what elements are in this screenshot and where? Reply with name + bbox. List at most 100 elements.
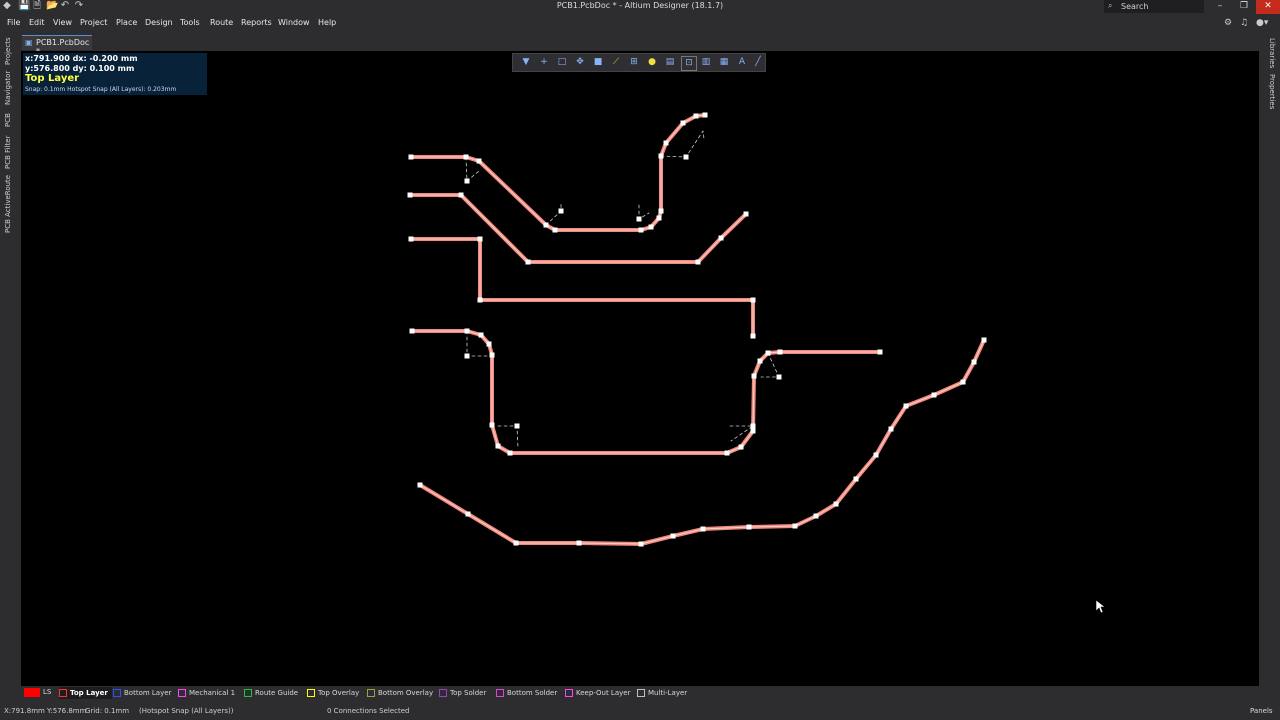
track-vertex-handle[interactable] <box>576 540 582 546</box>
layer-tab-multi-layer[interactable]: Multi-Layer <box>637 687 687 699</box>
track-vertex-handle[interactable] <box>663 140 669 146</box>
track-vertex-handle[interactable] <box>486 341 492 347</box>
track-vertex-handle[interactable] <box>765 350 771 356</box>
track-vertex-handle[interactable] <box>702 112 708 118</box>
line-icon[interactable]: ╱ <box>751 56 765 69</box>
via-icon[interactable]: ▤ <box>663 56 677 69</box>
panel-tab-pcb-filter[interactable]: PCB Filter <box>4 134 16 170</box>
track-vertex-handle[interactable] <box>464 178 470 184</box>
track-vertex-handle[interactable] <box>903 403 909 409</box>
component-icon[interactable]: ⊡ <box>681 56 697 71</box>
track-vertex-handle[interactable] <box>407 192 413 198</box>
track-segment[interactable] <box>409 237 755 338</box>
track-vertex-handle[interactable] <box>552 227 558 233</box>
pcb-canvas[interactable]: x:791.900 dx: -0.200 mm y:576.800 dy: 0.… <box>21 51 1259 686</box>
track-vertex-handle[interactable] <box>724 450 730 456</box>
layer-tab-bottom-overlay[interactable]: Bottom Overlay <box>367 687 433 699</box>
user-account-icon[interactable]: ●▾ <box>1256 18 1268 28</box>
restore-button[interactable]: ❐ <box>1232 0 1256 14</box>
track-vertex-handle[interactable] <box>877 349 883 355</box>
track-segment[interactable] <box>418 338 986 546</box>
filter-icon[interactable]: ▼ <box>519 56 533 69</box>
track-vertex-handle[interactable] <box>489 422 495 428</box>
panel-tab-navigator[interactable]: Navigator <box>4 70 16 106</box>
panel-tab-projects[interactable]: Projects <box>4 36 16 66</box>
move-icon[interactable]: ✥ <box>573 56 587 69</box>
chart-icon[interactable]: ▦ <box>717 56 731 69</box>
track-vertex-handle[interactable] <box>981 337 987 343</box>
track-vertex-handle[interactable] <box>513 540 519 546</box>
menu-edit[interactable]: Edit <box>29 18 45 27</box>
select-rect-icon[interactable]: □ <box>555 56 569 69</box>
panels-button[interactable]: Panels <box>1250 707 1273 715</box>
track-vertex-handle[interactable] <box>683 154 689 160</box>
menu-window[interactable]: Window <box>278 18 310 27</box>
dimension-icon[interactable]: ⊞ <box>627 56 641 69</box>
panel-tab-pcb-activeroute[interactable]: PCB ActiveRoute <box>4 174 16 234</box>
track-vertex-handle[interactable] <box>477 236 483 242</box>
layer-tab-mechanical-1[interactable]: Mechanical 1 <box>178 687 235 699</box>
track-vertex-handle[interactable] <box>718 235 724 241</box>
track-vertex-handle[interactable] <box>971 359 977 365</box>
track-vertex-handle[interactable] <box>693 113 699 119</box>
track-vertex-handle[interactable] <box>464 353 470 359</box>
layer-set-swatch[interactable] <box>24 688 40 697</box>
track-vertex-handle[interactable] <box>464 328 470 334</box>
track-vertex-handle[interactable] <box>638 227 644 233</box>
track-vertex-handle[interactable] <box>792 523 798 529</box>
track-vertex-handle[interactable] <box>507 450 513 456</box>
track-vertex-handle[interactable] <box>750 423 756 429</box>
track-segment[interactable] <box>410 329 882 455</box>
layer-tab-top-solder[interactable]: Top Solder <box>439 687 486 699</box>
track-vertex-handle[interactable] <box>750 333 756 339</box>
track-vertex-handle[interactable] <box>495 443 501 449</box>
track-vertex-handle[interactable] <box>417 482 423 488</box>
track-vertex-handle[interactable] <box>670 533 676 539</box>
track-segment[interactable] <box>419 339 985 545</box>
track-vertex-handle[interactable] <box>463 154 469 160</box>
track-vertex-handle[interactable] <box>638 541 644 547</box>
menu-design[interactable]: Design <box>145 18 173 27</box>
menu-help[interactable]: Help <box>318 18 336 27</box>
track-vertex-handle[interactable] <box>656 215 662 221</box>
track-vertex-handle[interactable] <box>680 120 686 126</box>
layer-set-button[interactable]: LS <box>43 688 51 696</box>
track-vertex-handle[interactable] <box>476 158 482 164</box>
layer-tab-top-layer[interactable]: Top Layer <box>59 687 112 699</box>
track-vertex-handle[interactable] <box>489 352 495 358</box>
track-vertex-handle[interactable] <box>658 153 664 159</box>
menu-tools[interactable]: Tools <box>180 18 200 27</box>
layer-tab-top-overlay[interactable]: Top Overlay <box>307 687 359 699</box>
track-vertex-handle[interactable] <box>853 476 859 482</box>
track-vertex-handle[interactable] <box>813 513 819 519</box>
track-vertex-handle[interactable] <box>514 423 520 429</box>
track-vertex-handle[interactable] <box>750 297 756 303</box>
track-vertex-handle[interactable] <box>746 524 752 530</box>
panel-tab-libraries[interactable]: Libraries <box>1264 38 1276 68</box>
menu-route[interactable]: Route <box>210 18 233 27</box>
keepout-icon[interactable]: ▥ <box>699 56 713 69</box>
track-vertex-handle[interactable] <box>478 332 484 338</box>
track-vertex-handle[interactable] <box>750 428 756 434</box>
settings-gear-icon[interactable]: ⚙ <box>1224 18 1232 28</box>
panel-tab-pcb[interactable]: PCB <box>4 111 16 129</box>
track-vertex-handle[interactable] <box>458 192 464 198</box>
track-layer[interactable] <box>21 51 1259 686</box>
track-vertex-handle[interactable] <box>777 349 783 355</box>
track-vertex-handle[interactable] <box>543 222 549 228</box>
pad-icon[interactable]: ● <box>645 56 659 69</box>
track-vertex-handle[interactable] <box>757 358 763 364</box>
track-segment[interactable] <box>497 425 519 449</box>
track-vertex-handle[interactable] <box>833 501 839 507</box>
add-icon[interactable]: + <box>537 56 551 69</box>
track-segment[interactable] <box>545 202 562 226</box>
track-vertex-handle[interactable] <box>700 526 706 532</box>
track-vertex-handle[interactable] <box>409 328 415 334</box>
track-vertex-handle[interactable] <box>931 392 937 398</box>
place-fill-icon[interactable]: ■ <box>591 56 605 69</box>
track-segment[interactable] <box>411 330 881 454</box>
minimize-button[interactable]: – <box>1208 0 1232 14</box>
track-vertex-handle[interactable] <box>648 224 654 230</box>
document-tab[interactable]: ▣ PCB1.PcbDoc * <box>22 35 92 56</box>
track-vertex-handle[interactable] <box>558 208 564 214</box>
